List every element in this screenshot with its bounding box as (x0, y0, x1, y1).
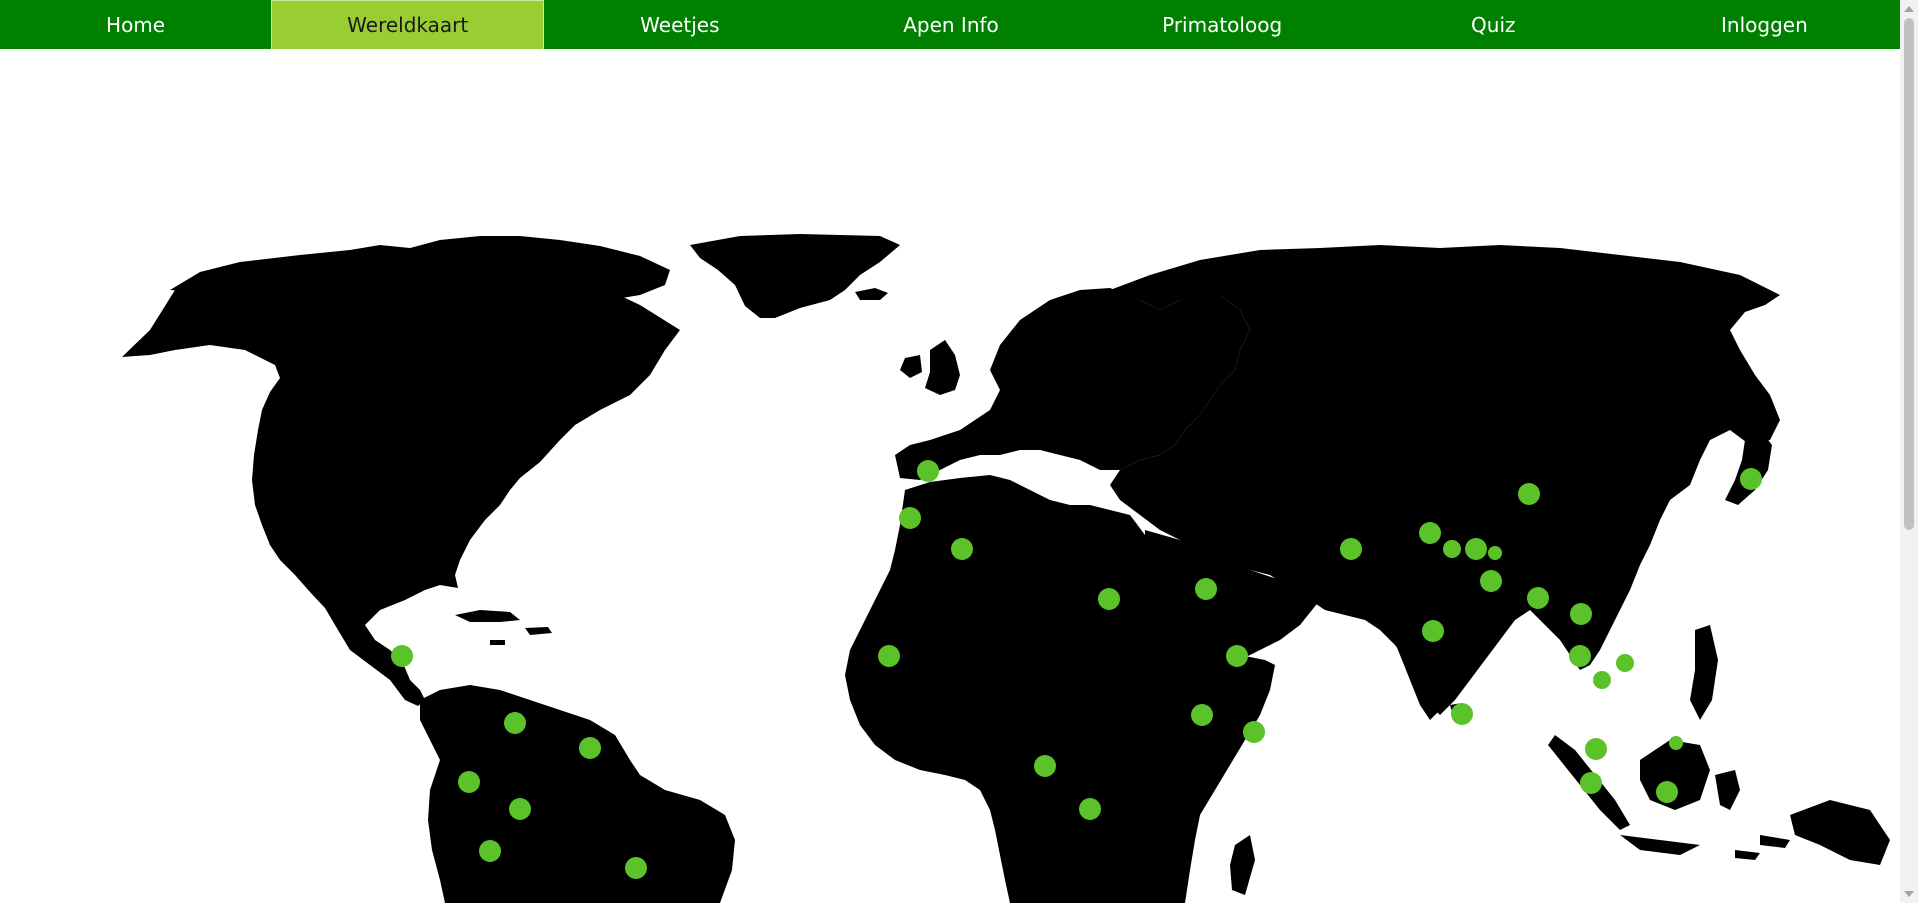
primate-location-marker[interactable] (579, 737, 601, 759)
scroll-up-arrow-icon[interactable] (1904, 6, 1914, 12)
primate-location-marker[interactable] (878, 645, 900, 667)
philippines (1690, 625, 1718, 720)
primate-location-marker[interactable] (509, 798, 531, 820)
primate-location-marker[interactable] (479, 840, 501, 862)
primate-location-marker[interactable] (1518, 483, 1540, 505)
primate-location-marker[interactable] (899, 507, 921, 529)
primate-location-marker[interactable] (1569, 645, 1591, 667)
nav-wereldkaart[interactable]: Wereldkaart (271, 0, 545, 49)
java (1620, 835, 1700, 855)
primate-location-marker[interactable] (1488, 546, 1502, 560)
primate-location-marker[interactable] (1419, 522, 1441, 544)
vertical-scrollbar[interactable] (1900, 0, 1918, 903)
primate-location-marker[interactable] (625, 857, 647, 879)
primate-location-marker[interactable] (458, 771, 480, 793)
primate-location-marker[interactable] (1570, 603, 1592, 625)
top-navigation: Home Wereldkaart Weetjes Apen Info Prima… (0, 0, 1900, 49)
primate-location-marker[interactable] (1340, 538, 1362, 560)
sulawesi (1715, 770, 1740, 810)
land-masses (122, 234, 1890, 903)
nav-weetjes[interactable]: Weetjes (544, 0, 815, 49)
primate-location-marker[interactable] (1656, 781, 1678, 803)
primate-location-marker[interactable] (1593, 671, 1611, 689)
primate-location-marker[interactable] (1098, 588, 1120, 610)
nav-inloggen[interactable]: Inloggen (1629, 0, 1900, 49)
nav-home[interactable]: Home (0, 0, 271, 49)
new-guinea (1790, 800, 1890, 865)
primate-location-marker[interactable] (1079, 798, 1101, 820)
primate-location-marker[interactable] (1243, 721, 1265, 743)
scroll-down-arrow-icon[interactable] (1904, 891, 1914, 897)
primate-location-marker[interactable] (1465, 538, 1487, 560)
primate-location-marker[interactable] (1422, 620, 1444, 642)
nav-quiz[interactable]: Quiz (1358, 0, 1629, 49)
japan (1725, 430, 1772, 505)
primate-location-marker[interactable] (1195, 578, 1217, 600)
primate-location-marker[interactable] (1451, 703, 1473, 725)
primate-location-marker[interactable] (1740, 468, 1762, 490)
primate-location-marker[interactable] (1669, 736, 1683, 750)
primate-location-marker[interactable] (1616, 654, 1634, 672)
greenland (690, 234, 900, 318)
nav-apen-info[interactable]: Apen Info (815, 0, 1086, 49)
primate-location-marker[interactable] (1226, 645, 1248, 667)
world-map (0, 49, 1900, 903)
madagascar (1230, 835, 1255, 895)
scroll-thumb[interactable] (1904, 18, 1914, 530)
primate-location-marker[interactable] (1580, 772, 1602, 794)
ireland (900, 355, 922, 378)
primate-location-marker[interactable] (391, 645, 413, 667)
north-america (122, 260, 680, 706)
small-islands (1735, 835, 1790, 860)
primate-location-marker[interactable] (951, 538, 973, 560)
nav-primatoloog[interactable]: Primatoloog (1087, 0, 1358, 49)
primate-location-marker[interactable] (1480, 570, 1502, 592)
south-america (420, 685, 735, 903)
primate-location-marker[interactable] (1585, 738, 1607, 760)
primate-location-marker[interactable] (504, 712, 526, 734)
primate-location-marker[interactable] (1527, 587, 1549, 609)
world-map-svg (122, 234, 1890, 903)
primate-location-marker[interactable] (917, 460, 939, 482)
primate-location-marker[interactable] (1443, 540, 1461, 558)
iceland (855, 288, 888, 300)
primate-location-marker[interactable] (1034, 755, 1056, 777)
caribbean-islands (455, 610, 552, 645)
primate-location-marker[interactable] (1191, 704, 1213, 726)
great-britain (925, 340, 960, 395)
